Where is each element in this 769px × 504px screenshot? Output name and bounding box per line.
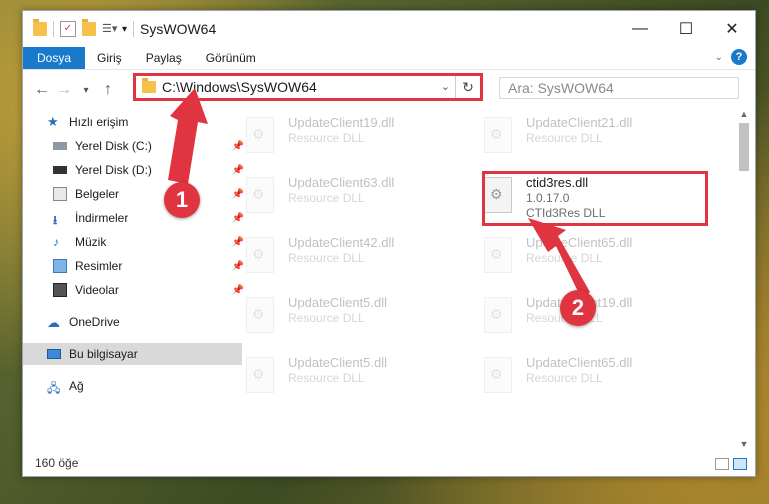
step-badge-2: 2 — [560, 290, 596, 326]
arrow-up-icon — [168, 88, 208, 184]
step-badge-1: 1 — [164, 182, 200, 218]
arrow-up-icon — [528, 218, 590, 300]
annotation-arrows — [168, 88, 590, 300]
